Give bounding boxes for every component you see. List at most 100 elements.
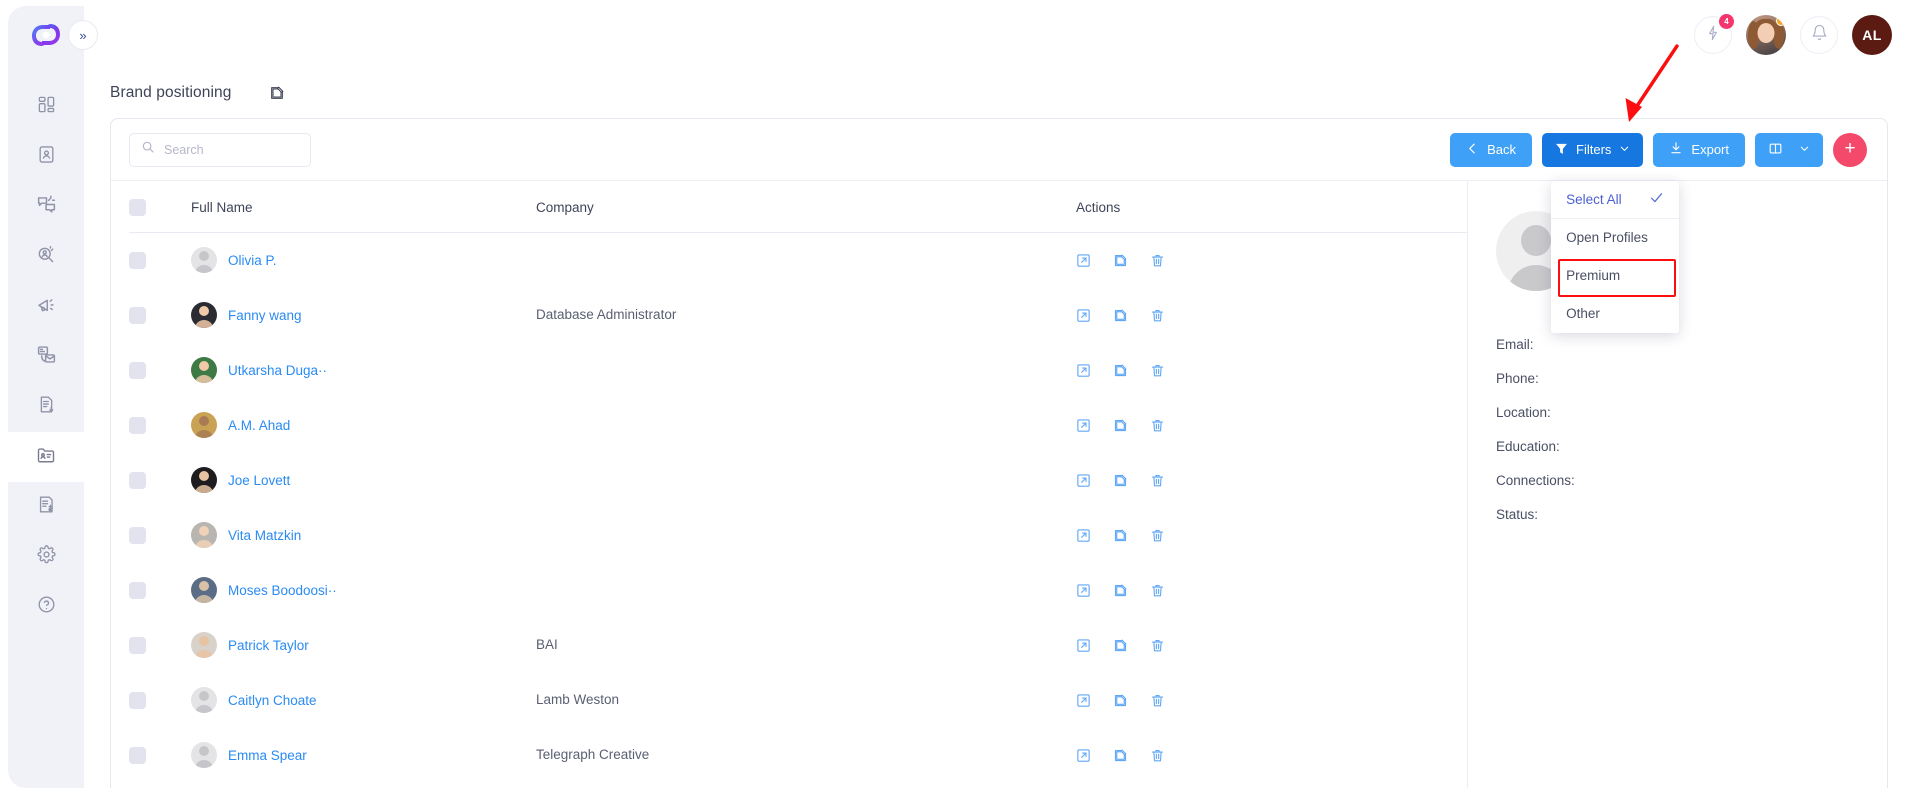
row-checkbox[interactable] bbox=[129, 636, 146, 654]
table-row[interactable]: Vita Matzkin bbox=[129, 508, 1467, 563]
open-external-icon[interactable] bbox=[1076, 748, 1091, 763]
sidebar-item-email-sequences[interactable] bbox=[8, 332, 84, 382]
contact-name-link[interactable]: A.M. Ahad bbox=[228, 418, 290, 433]
delete-icon[interactable] bbox=[1150, 748, 1165, 763]
contact-name-link[interactable]: Emma Spear bbox=[228, 748, 307, 763]
question-circle-icon bbox=[37, 595, 56, 619]
avatar-body bbox=[194, 320, 214, 328]
row-checkbox[interactable] bbox=[129, 471, 146, 489]
header-full-name: Full Name bbox=[191, 181, 536, 233]
row-checkbox-cell bbox=[129, 618, 191, 673]
dropdown-item-premium[interactable]: Premium bbox=[1551, 257, 1679, 297]
table-row[interactable]: Utkarsha Duga·· bbox=[129, 343, 1467, 398]
delete-icon[interactable] bbox=[1150, 418, 1165, 433]
document-download-icon bbox=[37, 395, 56, 419]
edit-icon[interactable] bbox=[1113, 473, 1128, 488]
open-external-icon[interactable] bbox=[1076, 418, 1091, 433]
open-external-icon[interactable] bbox=[1076, 473, 1091, 488]
quick-actions-button[interactable]: 4 bbox=[1694, 14, 1734, 54]
open-external-icon[interactable] bbox=[1076, 253, 1091, 268]
edit-icon[interactable] bbox=[1113, 253, 1128, 268]
row-checkbox[interactable] bbox=[129, 361, 146, 379]
contact-name-link[interactable]: Vita Matzkin bbox=[228, 528, 301, 543]
edit-square-icon[interactable] bbox=[269, 85, 285, 101]
edit-icon[interactable] bbox=[1113, 638, 1128, 653]
open-external-icon[interactable] bbox=[1076, 528, 1091, 543]
account-photo[interactable] bbox=[1746, 15, 1786, 55]
sidebar-item-contacts[interactable] bbox=[8, 132, 84, 182]
sidebar-item-billing[interactable] bbox=[8, 482, 84, 532]
delete-icon[interactable] bbox=[1150, 253, 1165, 268]
table-row[interactable]: Olivia P. bbox=[129, 233, 1467, 288]
delete-icon[interactable] bbox=[1150, 473, 1165, 488]
open-external-icon[interactable] bbox=[1076, 363, 1091, 378]
delete-icon[interactable] bbox=[1150, 693, 1165, 708]
contact-name-link[interactable]: Utkarsha Duga·· bbox=[228, 363, 327, 378]
row-checkbox[interactable] bbox=[129, 526, 146, 544]
edit-icon[interactable] bbox=[1113, 418, 1128, 433]
export-button[interactable]: Export bbox=[1653, 132, 1745, 167]
search-input[interactable] bbox=[164, 142, 299, 157]
delete-icon[interactable] bbox=[1150, 638, 1165, 653]
contact-name-link[interactable]: Patrick Taylor bbox=[228, 638, 309, 653]
sidebar-item-campaigns[interactable] bbox=[8, 282, 84, 332]
table-row[interactable]: Patrick Taylor BAI bbox=[129, 618, 1467, 673]
delete-icon[interactable] bbox=[1150, 363, 1165, 378]
user-avatar-initials[interactable]: AL bbox=[1852, 15, 1892, 55]
contact-name-link[interactable]: Joe Lovett bbox=[228, 473, 290, 488]
table-row[interactable]: Joe Lovett bbox=[129, 453, 1467, 508]
edit-icon[interactable] bbox=[1113, 748, 1128, 763]
edit-icon[interactable] bbox=[1113, 308, 1128, 323]
row-checkbox[interactable] bbox=[129, 691, 146, 709]
sidebar-item-lists[interactable] bbox=[8, 432, 84, 482]
row-checkbox[interactable] bbox=[129, 416, 146, 434]
delete-icon[interactable] bbox=[1150, 308, 1165, 323]
notifications-button[interactable] bbox=[1800, 16, 1838, 54]
columns-button[interactable] bbox=[1755, 132, 1823, 167]
dropdown-item-open-profiles[interactable]: Open Profiles bbox=[1551, 219, 1679, 257]
edit-icon[interactable] bbox=[1113, 693, 1128, 708]
toolbar-actions: Back Filters Export + Select All Open Pr… bbox=[1450, 132, 1867, 333]
table-row[interactable]: A.M. Ahad bbox=[129, 398, 1467, 453]
open-external-icon[interactable] bbox=[1076, 583, 1091, 598]
row-checkbox[interactable] bbox=[129, 251, 146, 269]
contact-name-link[interactable]: Olivia P. bbox=[228, 253, 277, 268]
sidebar-collapse-button[interactable]: » bbox=[68, 20, 98, 50]
select-all-label: Select All bbox=[1566, 191, 1622, 207]
table-row[interactable]: Emma Spear Telegraph Creative bbox=[129, 728, 1467, 783]
dropdown-item-other[interactable]: Other bbox=[1551, 295, 1679, 333]
select-all-checkbox[interactable] bbox=[129, 199, 146, 216]
contact-name-link[interactable]: Moses Boodoosi·· bbox=[228, 583, 337, 598]
edit-icon[interactable] bbox=[1113, 528, 1128, 543]
sidebar-item-people-search[interactable] bbox=[8, 232, 84, 282]
row-checkbox[interactable] bbox=[129, 581, 146, 599]
open-external-icon[interactable] bbox=[1076, 638, 1091, 653]
table-row[interactable]: Caitlyn Choate Lamb Weston bbox=[129, 673, 1467, 728]
edit-icon[interactable] bbox=[1113, 583, 1128, 598]
sidebar-item-settings[interactable] bbox=[8, 532, 84, 582]
sidebar-item-help[interactable] bbox=[8, 582, 84, 632]
row-company-cell bbox=[536, 563, 1076, 618]
filters-button[interactable]: Filters bbox=[1542, 132, 1644, 167]
back-button[interactable]: Back bbox=[1450, 132, 1533, 167]
contact-name-link[interactable]: Fanny wang bbox=[228, 308, 302, 323]
row-checkbox[interactable] bbox=[129, 306, 146, 324]
row-actions bbox=[1076, 418, 1467, 433]
delete-icon[interactable] bbox=[1150, 528, 1165, 543]
premium-label: Premium bbox=[1566, 268, 1621, 283]
sidebar-item-messages[interactable] bbox=[8, 182, 84, 232]
search-box[interactable] bbox=[129, 132, 311, 167]
dropdown-item-select-all[interactable]: Select All bbox=[1551, 181, 1680, 219]
sidebar-item-dashboard[interactable] bbox=[8, 82, 84, 132]
contact-name-link[interactable]: Caitlyn Choate bbox=[228, 693, 317, 708]
add-button[interactable]: + bbox=[1833, 132, 1867, 167]
table-row[interactable]: Moses Boodoosi·· bbox=[129, 563, 1467, 618]
row-checkbox[interactable] bbox=[129, 746, 146, 764]
table-row[interactable]: Fanny wang Database Administrator bbox=[129, 288, 1467, 343]
edit-icon[interactable] bbox=[1113, 363, 1128, 378]
open-external-icon[interactable] bbox=[1076, 693, 1091, 708]
avatar-head bbox=[199, 526, 209, 536]
delete-icon[interactable] bbox=[1150, 583, 1165, 598]
open-external-icon[interactable] bbox=[1076, 308, 1091, 323]
sidebar-item-reports[interactable] bbox=[8, 382, 84, 432]
